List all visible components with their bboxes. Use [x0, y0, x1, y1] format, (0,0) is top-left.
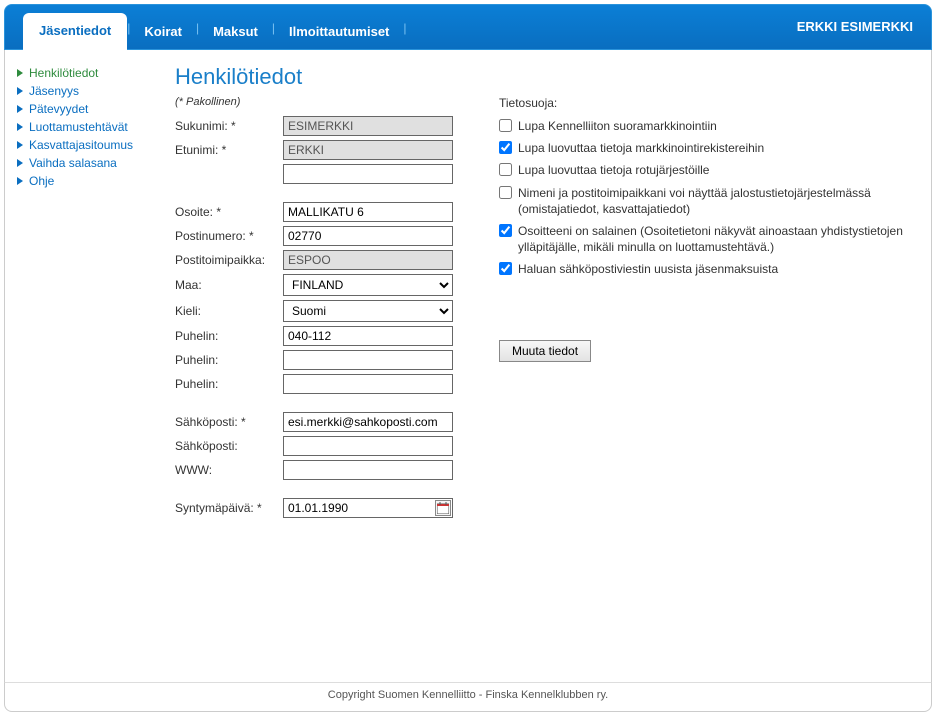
city-field — [283, 250, 453, 270]
label-country: Maa: — [175, 278, 283, 292]
label-phone2: Puhelin: — [175, 353, 283, 367]
country-select[interactable]: FINLAND — [283, 274, 453, 296]
label-postal: Postinumero: * — [175, 229, 283, 243]
arrow-icon — [15, 158, 25, 168]
sidebar-item-label: Jäsenyys — [29, 84, 79, 98]
tab-separator: | — [403, 21, 406, 41]
chk-direct-marketing[interactable] — [499, 119, 512, 132]
tab-ilmoittautumiset[interactable]: Ilmoittautumiset — [275, 16, 403, 49]
arrow-icon — [15, 86, 25, 96]
label-email: Sähköposti: * — [175, 415, 283, 429]
email-field[interactable] — [283, 412, 453, 432]
privacy-title: Tietosuoja: — [499, 96, 919, 110]
tab-maksut[interactable]: Maksut — [199, 16, 272, 49]
birthday-field[interactable] — [283, 498, 453, 518]
chk-secret-address[interactable] — [499, 224, 512, 237]
sidebar-item-vaihda-salasana[interactable]: Vaihda salasana — [15, 154, 175, 172]
sidebar-item-label: Kasvattajasitoumus — [29, 138, 133, 152]
tab-koirat[interactable]: Koirat — [130, 16, 196, 49]
required-note: (* Pakollinen) — [175, 96, 475, 108]
footer: Copyright Suomen Kennelliitto - Finska K… — [4, 682, 932, 712]
phone3-field[interactable] — [283, 374, 453, 394]
chk-label: Haluan sähköpostiviestin uusista jäsenma… — [518, 261, 778, 277]
arrow-icon — [15, 140, 25, 150]
sidebar-item-jasenyys[interactable]: Jäsenyys — [15, 82, 175, 100]
firstname-field — [283, 140, 453, 160]
page-title: Henkilötiedot — [175, 64, 475, 90]
email2-field[interactable] — [283, 436, 453, 456]
sidebar-item-ohje[interactable]: Ohje — [15, 172, 175, 190]
language-select[interactable]: Suomi — [283, 300, 453, 322]
sidebar: Henkilötiedot Jäsenyys Pätevyydet Luotta… — [15, 64, 175, 672]
tab-jasentiedot[interactable]: Jäsentiedot — [23, 13, 127, 50]
main-panel: Henkilötiedot (* Pakollinen) Sukunimi: *… — [175, 64, 919, 672]
label-firstname: Etunimi: * — [175, 143, 283, 157]
save-button[interactable]: Muuta tiedot — [499, 340, 591, 362]
top-nav: Jäsentiedot | Koirat | Maksut | Ilmoitta… — [4, 4, 932, 50]
chk-label: Lupa luovuttaa tietoja markkinointirekis… — [518, 140, 764, 156]
address-field[interactable] — [283, 202, 453, 222]
chk-marketing-registers[interactable] — [499, 141, 512, 154]
sidebar-item-henkilotiedot[interactable]: Henkilötiedot — [15, 64, 175, 82]
label-www: WWW: — [175, 463, 283, 477]
privacy-column: Tietosuoja: Lupa Kennelliiton suoramarkk… — [499, 64, 919, 672]
calendar-icon[interactable] — [435, 500, 451, 516]
chk-email-fees[interactable] — [499, 262, 512, 275]
label-phone1: Puhelin: — [175, 329, 283, 343]
chk-label: Nimeni ja postitoimipaikkani voi näyttää… — [518, 185, 919, 217]
tabs: Jäsentiedot | Koirat | Maksut | Ilmoitta… — [23, 13, 407, 49]
label-lastname: Sukunimi: * — [175, 119, 283, 133]
chk-breed-orgs[interactable] — [499, 163, 512, 176]
sidebar-item-label: Vaihda salasana — [29, 156, 117, 170]
label-address: Osoite: * — [175, 205, 283, 219]
label-email2: Sähköposti: — [175, 439, 283, 453]
sidebar-item-label: Ohje — [29, 174, 54, 188]
label-city: Postitoimipaikka: — [175, 253, 283, 267]
arrow-icon — [15, 104, 25, 114]
sidebar-item-patevyydet[interactable]: Pätevyydet — [15, 100, 175, 118]
current-user: ERKKI ESIMERKKI — [797, 19, 913, 34]
arrow-icon — [15, 68, 25, 78]
chk-label: Lupa Kennelliiton suoramarkkinointiin — [518, 118, 717, 134]
chk-label: Lupa luovuttaa tietoja rotujärjestöille — [518, 162, 709, 178]
lastname-field — [283, 116, 453, 136]
label-phone3: Puhelin: — [175, 377, 283, 391]
chk-show-name[interactable] — [499, 186, 512, 199]
postal-field[interactable] — [283, 226, 453, 246]
sidebar-item-luottamustehtavat[interactable]: Luottamustehtävät — [15, 118, 175, 136]
arrow-icon — [15, 176, 25, 186]
form-column: Henkilötiedot (* Pakollinen) Sukunimi: *… — [175, 64, 475, 672]
sidebar-item-kasvattajasitoumus[interactable]: Kasvattajasitoumus — [15, 136, 175, 154]
firstname2-field[interactable] — [283, 164, 453, 184]
content-area: Henkilötiedot Jäsenyys Pätevyydet Luotta… — [4, 50, 932, 682]
sidebar-item-label: Henkilötiedot — [29, 66, 98, 80]
sidebar-item-label: Pätevyydet — [29, 102, 88, 116]
arrow-icon — [15, 122, 25, 132]
label-birthday: Syntymäpäivä: * — [175, 501, 283, 515]
label-language: Kieli: — [175, 304, 283, 318]
phone1-field[interactable] — [283, 326, 453, 346]
sidebar-item-label: Luottamustehtävät — [29, 120, 128, 134]
www-field[interactable] — [283, 460, 453, 480]
chk-label: Osoitteeni on salainen (Osoitetietoni nä… — [518, 223, 919, 255]
phone2-field[interactable] — [283, 350, 453, 370]
